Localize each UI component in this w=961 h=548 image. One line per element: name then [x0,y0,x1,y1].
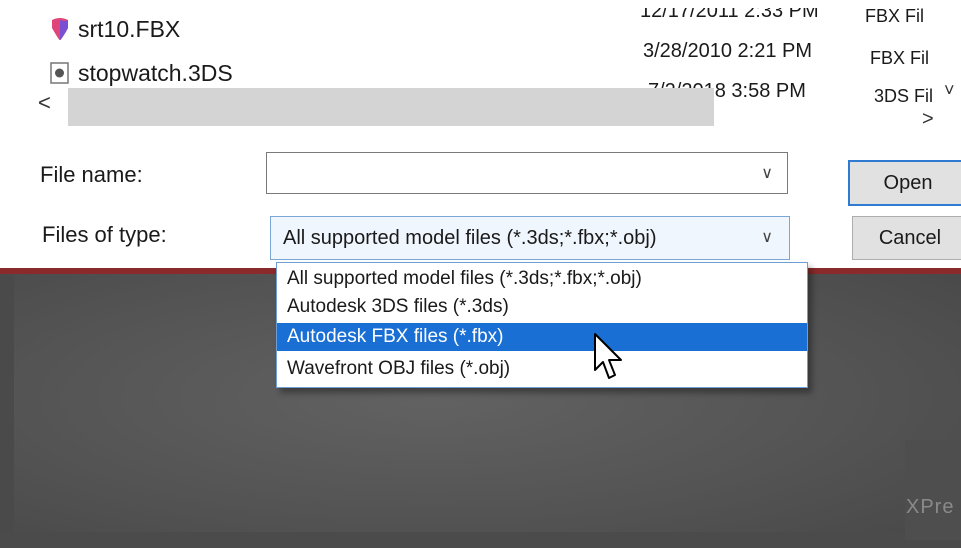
file-date-label: 3/28/2010 2:21 PM [643,40,813,62]
file-list-item[interactable]: srt10.FBX [50,14,180,44]
chevron-down-icon[interactable]: ∨ [761,227,773,247]
files-of-type-value: All supported model files (*.3ds;*.fbx;*… [283,226,657,249]
files-of-type-select[interactable]: All supported model files (*.3ds;*.fbx;*… [270,216,790,260]
mouse-pointer-icon [594,333,622,379]
file-type-label: FBX Fil [870,48,930,68]
files-of-type-dropdown-list: All supported model files (*.3ds;*.fbx;*… [276,262,808,388]
files-of-type-label: Files of type: [42,222,167,247]
fbx-file-icon [50,18,70,41]
open-file-dialog: srt10.FBX stopwatch.3DS 12/17/2011 2:33 … [0,0,961,268]
background-edge-left [0,274,14,548]
file-name-input[interactable]: ∨ [266,152,788,194]
dropdown-option-fbx[interactable]: Autodesk FBX files (*.fbx) [277,323,807,351]
file-name-label: srt10.FBX [78,15,181,42]
chevron-down-icon[interactable]: ∨ [761,163,773,183]
open-button[interactable]: Open [848,160,961,206]
file-list-item[interactable]: stopwatch.3DS [50,58,233,88]
dropdown-option-all-supported[interactable]: All supported model files (*.3ds;*.fbx;*… [277,265,807,293]
file-type-label: 3DS Fil [874,86,934,106]
file-type-label: FBX Fil [865,6,925,26]
scroll-left-icon[interactable]: < [38,90,51,116]
watermark-text: XPre [906,496,955,518]
cancel-button[interactable]: Cancel [852,216,961,260]
background-panel-right [905,440,961,540]
scroll-down-icon[interactable]: ˅ [944,80,955,101]
file-name-label: stopwatch.3DS [78,59,233,86]
dropdown-option-3ds[interactable]: Autodesk 3DS files (*.3ds) [277,293,807,321]
horizontal-scrollbar-thumb[interactable] [68,88,714,126]
dropdown-option-obj[interactable]: Wavefront OBJ files (*.obj) [277,355,807,383]
3ds-file-icon [50,62,70,84]
file-name-field-label: File name: [40,162,143,187]
background-edge-bottom [0,532,961,548]
scroll-right-icon[interactable]: > [922,108,934,131]
file-date-label: 12/17/2011 2:33 PM [640,0,819,22]
